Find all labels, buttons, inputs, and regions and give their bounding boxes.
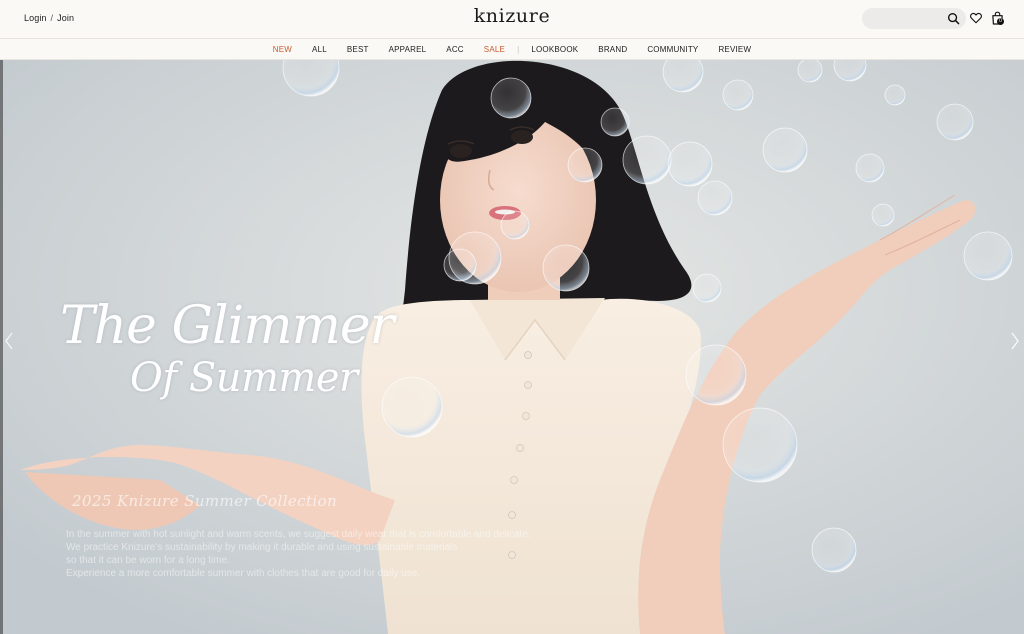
search-icon[interactable] (947, 12, 960, 25)
description-line: Experience a more comfortable summer wit… (66, 568, 421, 579)
hero-banner[interactable]: The Glimmer Of Summer 2025 Knizure Summe… (0, 60, 1024, 634)
main-nav: NEW ALL BEST APPAREL ACC SALE | LOOKBOOK… (0, 39, 1024, 60)
hero-headline-line1: The Glimmer (60, 296, 395, 356)
chevron-left-icon[interactable] (4, 332, 14, 350)
hero-headline: The Glimmer Of Summer (60, 300, 400, 398)
hero-description: In the summer with hot sunlight and warm… (66, 528, 586, 580)
nav-item-lookbook[interactable]: LOOKBOOK (521, 45, 588, 54)
nav-item-new[interactable]: NEW (263, 45, 302, 54)
cart-count-badge: 0 (997, 18, 1004, 25)
collection-label: 2025 Knizure Summer Collection (72, 492, 338, 510)
search-input[interactable] (872, 11, 946, 28)
nav-item-all[interactable]: ALL (302, 45, 337, 54)
nav-item-acc[interactable]: ACC (436, 45, 474, 54)
description-line: We practice Knizure's sustainability by … (66, 542, 458, 553)
nav-item-best[interactable]: BEST (337, 45, 379, 54)
search-box[interactable] (862, 8, 966, 29)
nav-item-apparel[interactable]: APPAREL (379, 45, 437, 54)
description-line: In the summer with hot sunlight and warm… (66, 529, 531, 540)
top-header: Login / Join knizure 0 (0, 0, 1024, 39)
hero-left-edge (0, 60, 3, 634)
chevron-right-icon[interactable] (1010, 332, 1020, 350)
nav-item-review[interactable]: REVIEW (708, 45, 761, 54)
nav-item-sale[interactable]: SALE (474, 45, 515, 54)
hero-headline-line2: Of Summer (130, 355, 358, 401)
nav-item-community[interactable]: COMMUNITY (637, 45, 708, 54)
heart-icon[interactable] (970, 12, 982, 24)
description-line: so that it can be worn for a long time. (66, 555, 230, 566)
nav-item-brand[interactable]: BRAND (588, 45, 637, 54)
page: Login / Join knizure 0 NEW ALL BEST APPARE… (0, 0, 1024, 634)
